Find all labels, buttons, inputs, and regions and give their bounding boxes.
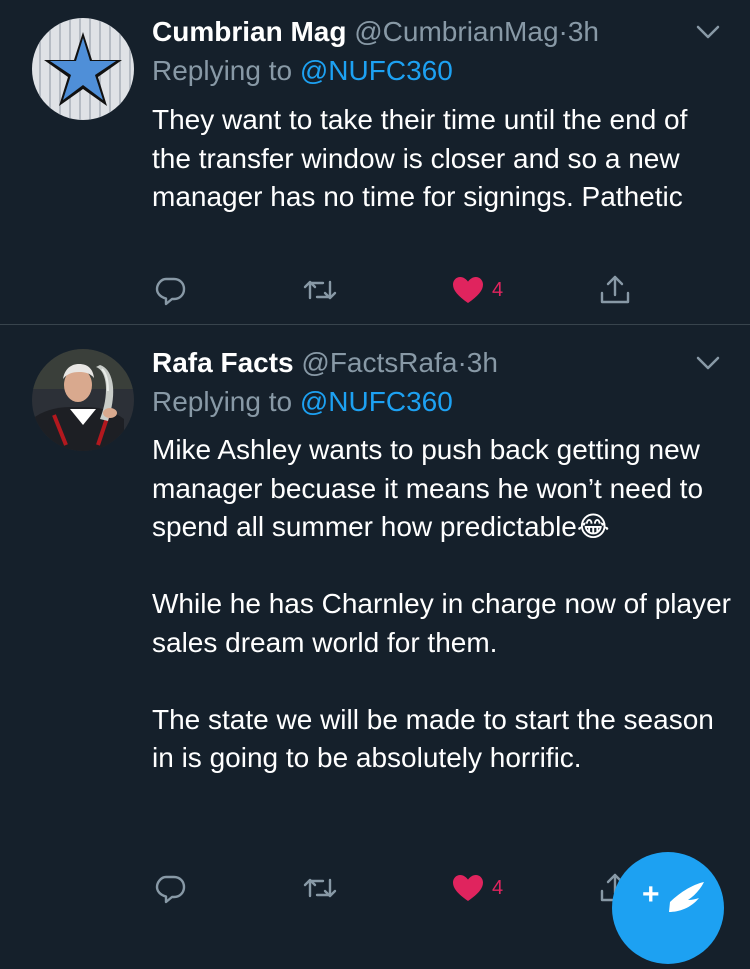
tweet-text: They want to take their time until the e…	[152, 101, 732, 217]
person-trophy-avatar-icon	[32, 349, 134, 451]
retweet-icon	[303, 280, 337, 300]
retweet-icon	[303, 878, 337, 898]
mention-link[interactable]: @NUFC360	[300, 55, 453, 86]
display-name[interactable]: Rafa Facts	[152, 347, 294, 378]
reply-button[interactable]	[152, 868, 188, 908]
like-count: 4	[492, 278, 504, 301]
compose-feather-icon: +	[642, 878, 704, 912]
tweet-actions: 4	[0, 270, 750, 310]
tweet-1[interactable]: Cumbrian Mag @CumbrianMag·3h Replying to…	[0, 0, 750, 325]
tweet-2[interactable]: Rafa Facts @FactsRafa·3h Replying to @NU…	[0, 325, 750, 907]
reply-icon	[155, 875, 186, 904]
timestamp[interactable]: 3h	[467, 347, 498, 378]
separator: ·	[457, 347, 467, 378]
reply-icon	[155, 277, 186, 306]
heart-filled-icon	[453, 277, 483, 303]
chevron-down-icon[interactable]	[696, 22, 720, 42]
replying-to: Replying to @NUFC360	[152, 384, 453, 420]
tweet-paragraph: Mike Ashley wants to push back getting n…	[152, 434, 704, 542]
tweet-paragraph: The state we will be made to start the s…	[152, 703, 714, 774]
star-avatar-icon	[32, 18, 134, 120]
replying-prefix: Replying to	[152, 386, 293, 417]
mention-link[interactable]: @NUFC360	[300, 386, 453, 417]
chevron-down-icon[interactable]	[696, 353, 720, 373]
tweet-paragraph: While he has Charnley in charge now of p…	[152, 588, 731, 658]
tweet-header: Rafa Facts @FactsRafa·3h	[152, 345, 498, 381]
share-icon	[600, 275, 630, 304]
tweet-header: Cumbrian Mag @CumbrianMag·3h	[152, 14, 599, 50]
tweet-paragraph: They want to take their time until the e…	[152, 104, 688, 212]
like-count: 4	[492, 876, 504, 899]
tweet-text: Mike Ashley wants to push back getting n…	[152, 431, 732, 778]
share-button[interactable]	[597, 270, 633, 310]
replying-prefix: Replying to	[152, 55, 293, 86]
compose-plus: +	[642, 878, 660, 911]
timestamp[interactable]: 3h	[568, 16, 599, 47]
replying-to: Replying to @NUFC360	[152, 53, 453, 89]
heart-filled-icon	[453, 875, 483, 901]
retweet-button[interactable]	[302, 270, 338, 310]
display-name[interactable]: Cumbrian Mag	[152, 16, 346, 47]
avatar-cumbrian-mag[interactable]	[32, 18, 134, 120]
reply-button[interactable]	[152, 270, 188, 310]
like-button[interactable]: 4	[450, 868, 503, 908]
separator: ·	[558, 16, 568, 47]
like-button[interactable]: 4	[450, 270, 503, 310]
handle[interactable]: @CumbrianMag	[354, 16, 558, 47]
compose-tweet-button[interactable]: +	[612, 852, 724, 964]
avatar-rafa-facts[interactable]	[32, 349, 134, 451]
handle[interactable]: @FactsRafa	[301, 347, 457, 378]
retweet-button[interactable]	[302, 868, 338, 908]
